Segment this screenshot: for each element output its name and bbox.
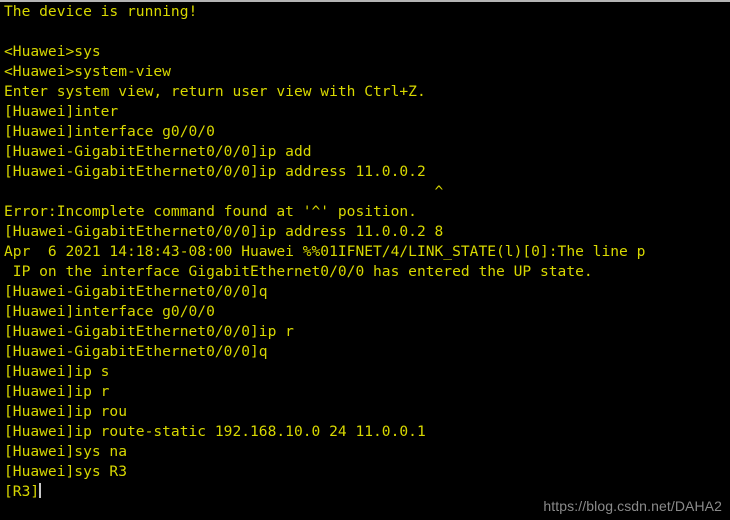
terminal-line: [Huawei-GigabitEthernet0/0/0]q xyxy=(4,283,268,300)
watermark-url: https://blog.csdn.net/DAHA2 xyxy=(543,498,722,514)
terminal-window[interactable]: The device is running! <Huawei>sys <Huawe… xyxy=(0,0,730,520)
terminal-line: [Huawei-GigabitEthernet0/0/0]ip address … xyxy=(4,223,444,240)
terminal-line: Error:Incomplete command found at '^' po… xyxy=(4,203,417,220)
terminal-output[interactable]: The device is running! <Huawei>sys <Huawe… xyxy=(4,2,730,502)
terminal-line: Enter system view, return user view with… xyxy=(4,83,426,100)
terminal-line: [Huawei-GigabitEthernet0/0/0]ip r xyxy=(4,323,294,340)
terminal-line: [Huawei]sys R3 xyxy=(4,463,128,480)
terminal-line: The device is running! xyxy=(4,3,198,20)
terminal-line: [Huawei-GigabitEthernet0/0/0]ip address … xyxy=(4,163,426,180)
terminal-line: [Huawei]interface g0/0/0 xyxy=(4,303,215,320)
terminal-line: [Huawei]interface g0/0/0 xyxy=(4,123,215,140)
terminal-line: [Huawei]ip rou xyxy=(4,403,128,420)
terminal-line: [Huawei]ip route-static 192.168.10.0 24 … xyxy=(4,423,426,440)
terminal-line: [Huawei]sys na xyxy=(4,443,128,460)
terminal-line: [Huawei]ip r xyxy=(4,383,110,400)
text-cursor xyxy=(39,483,42,498)
terminal-line: [Huawei]inter xyxy=(4,103,119,120)
terminal-line: <Huawei>sys xyxy=(4,43,101,60)
terminal-line: <Huawei>system-view xyxy=(4,63,171,80)
terminal-line: ^ xyxy=(4,183,444,200)
terminal-line: [Huawei]ip s xyxy=(4,363,110,380)
terminal-line: IP on the interface GigabitEthernet0/0/0… xyxy=(4,263,593,280)
terminal-line: [Huawei-GigabitEthernet0/0/0]ip add xyxy=(4,143,312,160)
terminal-line: [Huawei-GigabitEthernet0/0/0]q xyxy=(4,343,268,360)
terminal-line: Apr 6 2021 14:18:43-08:00 Huawei %%01IFN… xyxy=(4,243,646,260)
